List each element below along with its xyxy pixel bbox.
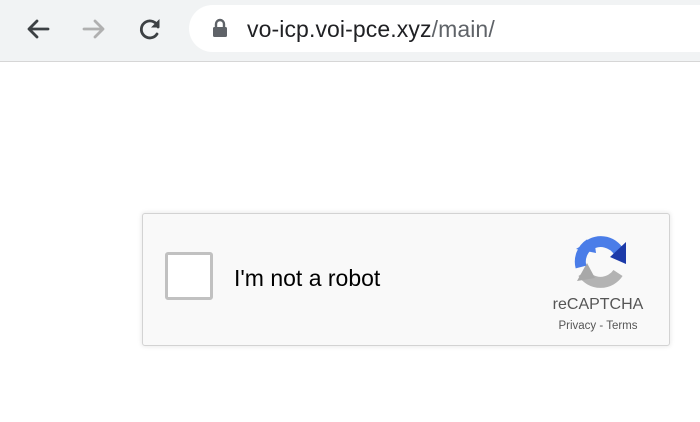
browser-toolbar: vo-icp.voi-pce.xyz/main/ [0,0,700,62]
terms-link[interactable]: Terms [606,320,637,332]
url-host: vo-icp.voi-pce.xyz [247,16,432,42]
forward-arrow-icon [82,19,105,39]
recaptcha-links: Privacy - Terms [535,319,661,333]
privacy-link[interactable]: Privacy [558,320,596,332]
recaptcha-logo-icon [574,236,626,288]
back-button[interactable] [19,10,57,48]
robot-checkbox[interactable] [165,252,213,300]
checkbox-label: I'm not a robot [234,265,381,291]
reload-button[interactable] [131,10,169,48]
url-path: /main/ [431,16,495,42]
url-text[interactable]: vo-icp.voi-pce.xyz/main/ [247,16,495,42]
lock-icon[interactable] [211,18,229,38]
recaptcha-widget: I'm not a robot reCAPTCHA Privacy - Term… [142,213,670,346]
link-separator: - [596,320,607,332]
recaptcha-brand: reCAPTCHA [552,296,644,313]
back-arrow-icon [27,19,50,39]
address-bar[interactable]: vo-icp.voi-pce.xyz/main/ [189,5,700,52]
reload-icon [139,19,160,40]
forward-button[interactable] [75,10,113,48]
